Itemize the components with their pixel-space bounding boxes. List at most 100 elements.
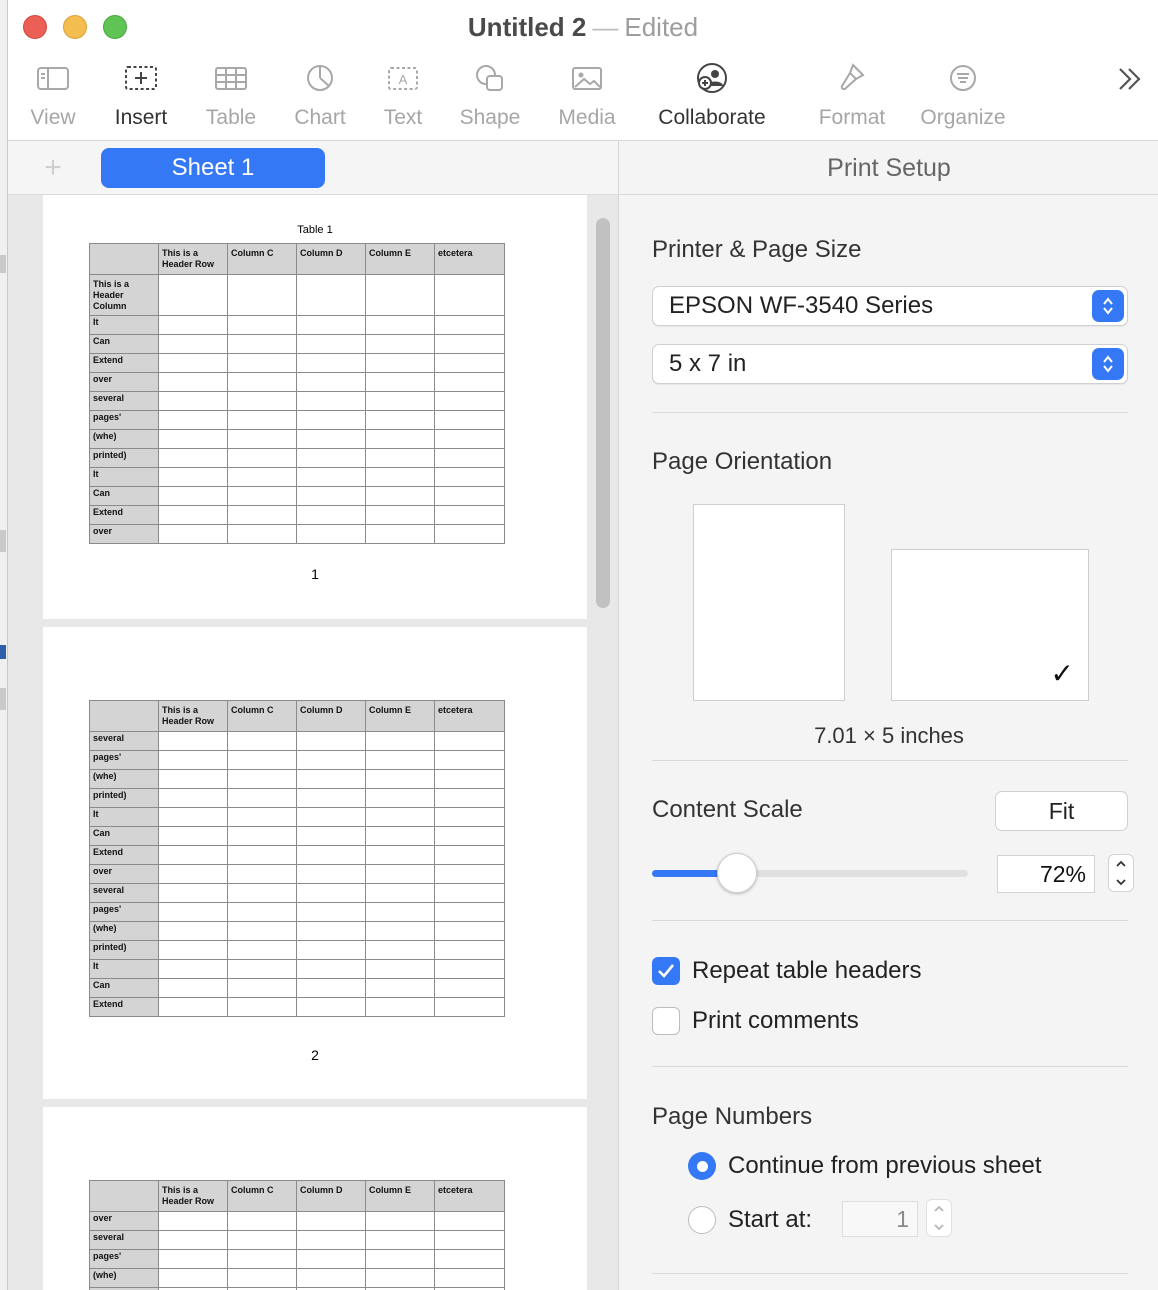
table-cell: [365, 334, 435, 354]
divider: [652, 412, 1128, 413]
print-comments-label[interactable]: Print comments: [692, 1007, 859, 1035]
table-cell: [296, 467, 366, 487]
header-cell: Column D: [296, 243, 366, 275]
table-cell: [158, 826, 228, 846]
printer-popup[interactable]: EPSON WF-3540 Series: [652, 286, 1128, 326]
row-header-cell: pages': [89, 410, 159, 430]
table-cell: [296, 353, 366, 373]
organize-icon: [950, 65, 976, 91]
stepper-up-icon[interactable]: [927, 1200, 951, 1218]
table-cell: [227, 769, 297, 789]
toolbar-view-button[interactable]: View: [8, 56, 98, 130]
table-cell: [158, 274, 228, 316]
start-at-radio[interactable]: [688, 1206, 716, 1234]
toolbar-table-button[interactable]: Table: [186, 56, 276, 130]
table-cell: [434, 486, 505, 506]
toolbar-media-button[interactable]: Media: [542, 56, 632, 130]
header-cell: Column C: [227, 1180, 297, 1212]
table-cell: [365, 902, 435, 922]
table-row: (whe): [89, 921, 505, 941]
row-header-cell: printed): [89, 448, 159, 468]
stepper-up-icon[interactable]: [1109, 855, 1133, 873]
table-row: (whe): [89, 769, 505, 789]
portrait-option[interactable]: [693, 504, 845, 701]
print-comments-checkbox[interactable]: [652, 1007, 680, 1035]
toolbar-collaborate-button[interactable]: Collaborate: [652, 56, 772, 130]
table-cell: [434, 883, 505, 903]
table-cell: [434, 959, 505, 979]
table-cell: [296, 750, 366, 770]
table-cell: [365, 959, 435, 979]
table-cell: [434, 864, 505, 884]
header-cell: Column C: [227, 700, 297, 732]
toolbar-label: Format: [818, 106, 886, 129]
preview-canvas[interactable]: Table 1 This is a Header Row Column C Colu…: [8, 195, 618, 1290]
scale-stepper[interactable]: [1108, 854, 1134, 892]
start-at-stepper[interactable]: [926, 1199, 952, 1237]
chevron-double-right-icon: [1119, 68, 1141, 90]
table-row: several: [89, 883, 505, 903]
table-cell: [434, 978, 505, 998]
repeat-headers-label[interactable]: Repeat table headers: [692, 957, 922, 985]
toolbar-organize-button[interactable]: Organize: [908, 56, 1018, 130]
table-cell: [227, 883, 297, 903]
table-cell: [227, 1211, 297, 1231]
sheet-tab-active[interactable]: Sheet 1: [101, 148, 325, 188]
row-header-cell: printed): [89, 788, 159, 808]
slider-knob[interactable]: [717, 853, 758, 893]
preview-page-3: This is a Header Row Column C Column D Colu…: [43, 1107, 587, 1290]
repeat-headers-checkbox[interactable]: [652, 957, 680, 985]
continue-numbering-label[interactable]: Continue from previous sheet: [728, 1152, 1042, 1180]
row-header-cell: pages': [89, 902, 159, 922]
table-cell: [365, 274, 435, 316]
paper-size-popup[interactable]: 5 x 7 in: [652, 344, 1128, 384]
table-cell: [158, 505, 228, 525]
table-cell: [227, 978, 297, 998]
table-cell: [434, 274, 505, 316]
toolbar-insert-button[interactable]: Insert: [96, 56, 186, 130]
scale-percent-field[interactable]: 72%: [997, 855, 1095, 893]
toolbar-shape-button[interactable]: Shape: [445, 56, 535, 130]
table-row: Extend: [89, 845, 505, 865]
table-cell: [365, 391, 435, 411]
table-cell: [434, 1249, 505, 1269]
landscape-option[interactable]: ✓: [891, 549, 1089, 701]
add-sheet-button[interactable]: +: [38, 153, 68, 183]
table-cell: [365, 731, 435, 751]
table-cell: [158, 429, 228, 449]
table-cell: [296, 372, 366, 392]
fit-button[interactable]: Fit: [995, 791, 1128, 831]
toolbar-format-button[interactable]: Format: [807, 56, 897, 130]
preview-table: This is a Header Row Column C Column D Colu…: [89, 1180, 505, 1290]
table-cell: [158, 940, 228, 960]
table-cell: [296, 826, 366, 846]
table-cell: [434, 334, 505, 354]
table-cell: [365, 410, 435, 430]
table-cell: [227, 1268, 297, 1288]
toolbar-overflow-button[interactable]: [1116, 66, 1144, 97]
table-row: Can: [89, 826, 505, 846]
preview-scrollbar[interactable]: [596, 218, 610, 608]
content-scale-slider[interactable]: [652, 853, 968, 893]
table-cell: [158, 883, 228, 903]
continue-numbering-radio[interactable]: [688, 1152, 716, 1180]
start-at-label[interactable]: Start at:: [728, 1206, 812, 1234]
stepper-down-icon[interactable]: [927, 1218, 951, 1236]
inspector-title: Print Setup: [619, 141, 1158, 195]
table-cell: [227, 940, 297, 960]
stepper-down-icon[interactable]: [1109, 873, 1133, 891]
toolbar-chart-button[interactable]: Chart: [275, 56, 365, 130]
toolbar-label: Table: [205, 106, 257, 129]
preview-table: This is a Header Row Column C Column D Colu…: [89, 243, 505, 544]
table-cell: [158, 845, 228, 865]
header-cell: [89, 243, 159, 275]
header-cell: etcetera: [434, 1180, 505, 1212]
divider: [652, 760, 1128, 761]
table-cell: [158, 1211, 228, 1231]
table-cell: [434, 391, 505, 411]
table-cell: [158, 731, 228, 751]
table-cell: [296, 997, 366, 1017]
table-cell: [434, 845, 505, 865]
toolbar-text-button[interactable]: A Text: [358, 56, 448, 130]
start-at-field[interactable]: 1: [842, 1201, 918, 1237]
